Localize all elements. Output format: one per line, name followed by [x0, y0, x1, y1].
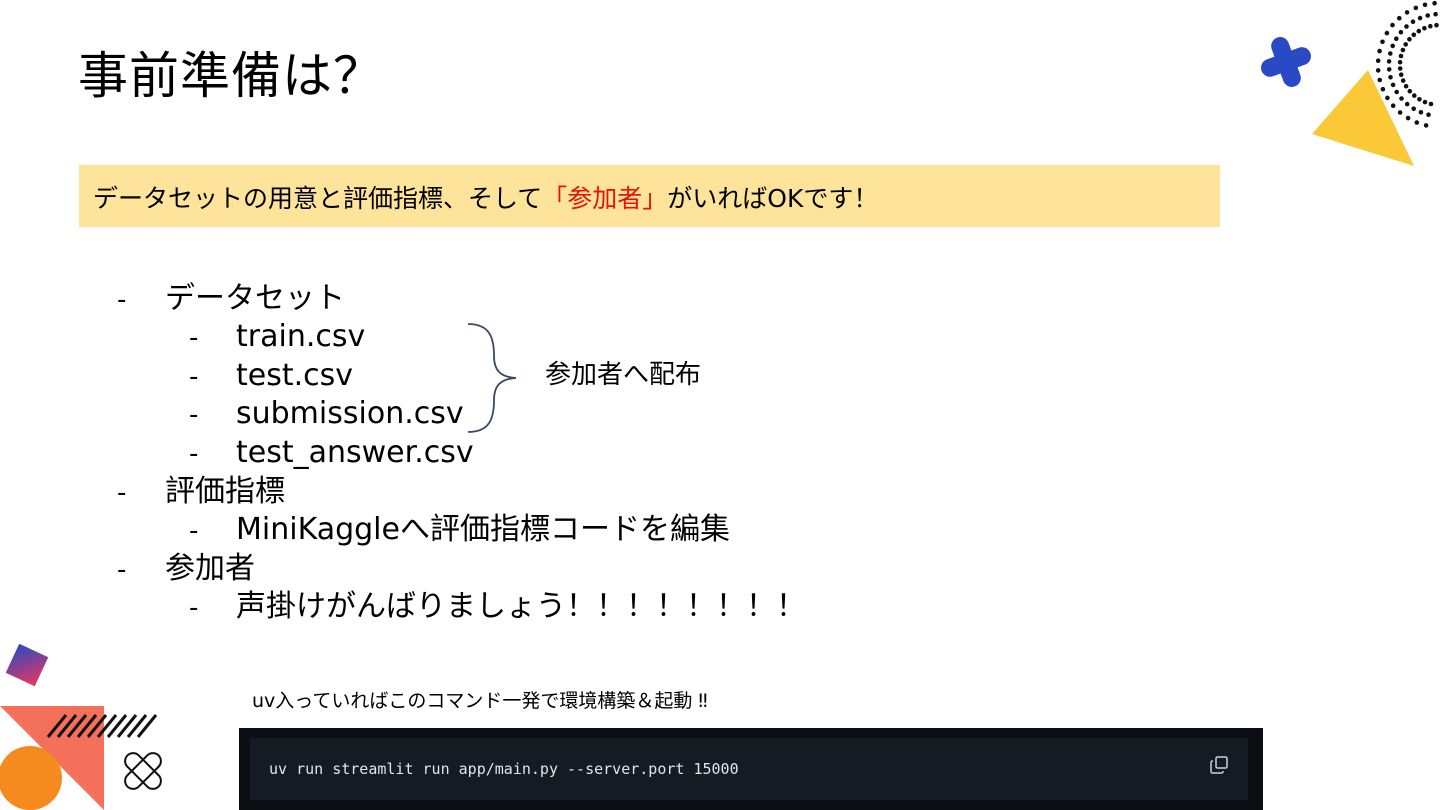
dot	[1413, 5, 1419, 11]
dot	[1403, 42, 1408, 47]
dot	[1380, 86, 1386, 92]
dot	[1394, 89, 1399, 95]
dot	[1428, 23, 1433, 29]
dot	[1423, 123, 1429, 128]
bullet-marker: -	[117, 478, 127, 508]
dot	[1377, 77, 1383, 83]
dot	[1398, 72, 1404, 77]
dot	[1398, 29, 1404, 35]
dot	[1407, 88, 1413, 94]
dot	[1375, 58, 1381, 63]
dot	[1416, 28, 1422, 34]
dot	[1388, 51, 1393, 56]
callout-text-after: がいればOKです！	[667, 184, 879, 213]
dot	[1422, 25, 1427, 31]
bullet-marker: -	[189, 323, 199, 353]
list-item: 評価指標	[165, 474, 285, 509]
callout-highlight: 「参加者」	[542, 184, 668, 213]
callout-banner: データセットの用意と評価指標、そして「参加者」がいればOKです！	[79, 165, 1220, 227]
dot	[1397, 59, 1403, 65]
dot	[1432, 0, 1437, 6]
bullet-marker: -	[189, 593, 199, 623]
gradient-diamond	[5, 643, 49, 687]
dot	[1433, 11, 1438, 17]
dot	[1397, 66, 1403, 71]
dot	[1412, 93, 1417, 98]
dot	[1410, 19, 1416, 25]
dot	[1397, 15, 1402, 21]
list-item: データセット	[165, 281, 345, 316]
dot	[1404, 101, 1410, 107]
command-text[interactable]: uv run streamlit run app/main.py --serve…	[269, 760, 739, 778]
yellow-triangle	[1312, 70, 1414, 166]
dot	[1422, 2, 1428, 8]
dot	[1405, 115, 1411, 121]
dot	[1390, 22, 1395, 28]
bullet-marker: -	[117, 285, 127, 315]
page-title: 事前準備は？	[78, 47, 384, 105]
decorative-shapes-bottom-left	[0, 643, 162, 810]
decorative-shapes-top-right	[1261, 0, 1439, 166]
callout-text: データセットの用意と評価指標、そして「参加者」がいればOKです！	[93, 179, 878, 215]
dot	[1384, 30, 1390, 36]
bullet-marker: -	[117, 555, 127, 585]
dot	[1375, 68, 1381, 73]
dot	[1428, 101, 1434, 107]
dot	[1397, 110, 1403, 115]
dot	[1400, 47, 1406, 53]
dot	[1399, 96, 1404, 101]
brace-label: 参加者へ配布	[545, 360, 702, 390]
dot	[1414, 120, 1420, 125]
dot	[1417, 15, 1423, 21]
copy-icon[interactable]	[1209, 755, 1229, 775]
list-item: 参加者	[165, 551, 255, 586]
dot	[1407, 37, 1412, 42]
list-subitem: MiniKaggleへ評価指標コードを編集	[236, 512, 730, 547]
callout-text-before: データセットの用意と評価指標、そして	[93, 184, 543, 213]
curly-brace	[467, 323, 517, 433]
dot	[1411, 106, 1416, 111]
list-subitem: train.csv	[236, 319, 366, 354]
dot	[1425, 13, 1430, 18]
blue-cross-shape	[1261, 37, 1311, 87]
dot	[1422, 99, 1428, 105]
dot	[1403, 83, 1409, 89]
bullet-marker: -	[189, 439, 199, 469]
outline-cross-shape	[124, 752, 162, 790]
list-subitem: test.csv	[236, 358, 354, 393]
dot	[1386, 67, 1392, 72]
dot	[1398, 53, 1404, 59]
dot	[1390, 82, 1396, 88]
dot	[1377, 48, 1382, 54]
bullet-marker: -	[189, 362, 199, 392]
dot	[1400, 78, 1406, 83]
dot	[1411, 32, 1417, 38]
dot	[1426, 112, 1431, 117]
dot	[1434, 22, 1439, 28]
dot	[1388, 75, 1393, 80]
dot	[1386, 59, 1392, 64]
dot	[1390, 43, 1395, 49]
command-caption: uv入っていればこのコマンド一発で環境構築＆起動 ‼	[252, 690, 708, 712]
dot	[1394, 36, 1399, 41]
bullet-marker: -	[189, 400, 199, 430]
dot	[1418, 110, 1424, 115]
dot	[1380, 39, 1385, 45]
dot	[1404, 24, 1409, 29]
dot	[1385, 95, 1390, 101]
orange-circle	[0, 746, 62, 810]
dot	[1390, 103, 1396, 108]
bullet-marker: -	[189, 516, 199, 546]
list-subitem: test_answer.csv	[236, 435, 474, 470]
list-subitem: submission.csv	[236, 396, 464, 431]
dot	[1417, 97, 1422, 102]
list-subitem: 声掛けがんばりましょう！！！！！！！！	[236, 589, 806, 624]
dot	[1404, 10, 1410, 15]
